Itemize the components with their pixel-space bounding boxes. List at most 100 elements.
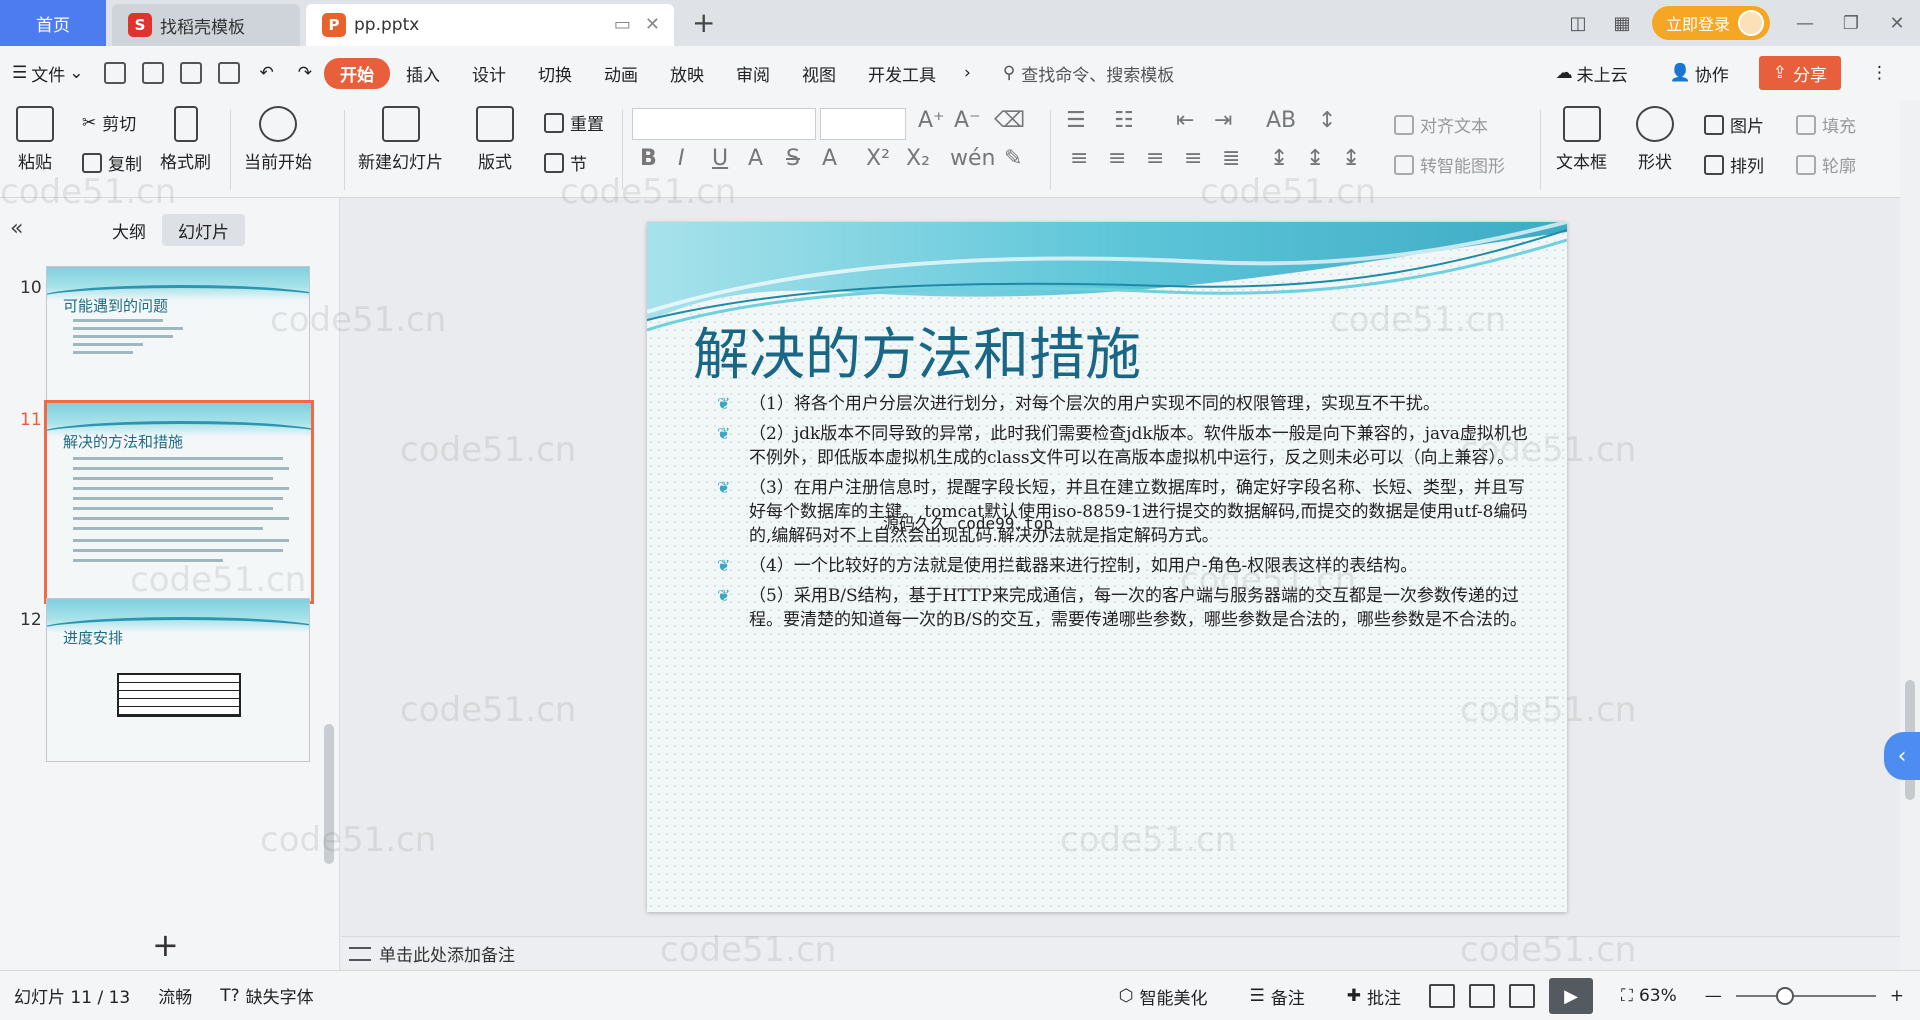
beautify-button[interactable]: ⬡ 智能美化 — [1105, 984, 1222, 1009]
slide-thumbnail-selected[interactable]: 解决的方法和措施 — [44, 400, 314, 604]
highlight-icon[interactable]: ✎ — [1004, 146, 1022, 171]
zoom-out-icon[interactable]: — — [1705, 986, 1722, 1006]
zoom-slider[interactable] — [1735, 987, 1876, 1005]
tab-review[interactable]: 审阅 — [720, 61, 786, 86]
tab-docer-templates[interactable]: S 找稻壳模板 — [112, 4, 300, 46]
reading-view-icon[interactable] — [1509, 984, 1536, 1008]
reset-button[interactable]: 重置 — [544, 110, 604, 135]
tab-view[interactable]: 视图 — [786, 61, 852, 86]
monitor-icon[interactable]: ▭ — [614, 14, 631, 35]
cloud-status[interactable]: ☁ 未上云 — [1544, 61, 1640, 86]
file-menu[interactable]: ☰ 文件 ⌄ — [0, 61, 96, 86]
bold-icon[interactable]: B — [640, 146, 657, 171]
normal-view-icon[interactable] — [1429, 984, 1456, 1008]
new-tab-button[interactable]: + — [692, 6, 715, 39]
play-from-current-button[interactable]: 当前开始 — [244, 106, 312, 173]
undo-icon[interactable]: ↶ — [248, 63, 286, 83]
save-icon[interactable] — [103, 62, 126, 84]
numbered-list-icon[interactable]: ☷ — [1114, 108, 1134, 133]
new-slide-button[interactable]: 新建幻灯片 — [358, 106, 443, 173]
command-search[interactable]: ⚲ 查找命令、搜索模板 — [1003, 61, 1174, 86]
line-spacing-icon[interactable]: ↨ — [1270, 146, 1288, 171]
pinyin-icon[interactable]: wén — [950, 146, 995, 171]
copy-button[interactable]: 复制 — [82, 150, 142, 175]
side-panel-toggle[interactable]: ‹ — [1884, 732, 1920, 780]
text-direction-icon[interactable]: AB — [1266, 108, 1296, 133]
font-color-icon[interactable]: A — [822, 146, 837, 171]
grow-font-icon[interactable]: A⁺ — [918, 108, 945, 133]
comment-button[interactable]: ✚ 批注 — [1333, 984, 1415, 1009]
font-family-select[interactable] — [632, 108, 816, 140]
align-right-icon[interactable]: ≡ — [1146, 146, 1164, 171]
format-painter-button[interactable]: 格式刷 — [160, 106, 211, 173]
bullet-list-icon[interactable]: ☰ — [1066, 108, 1086, 133]
tab-animation[interactable]: 动画 — [588, 61, 654, 86]
tab-design[interactable]: 设计 — [456, 61, 522, 86]
underline-icon[interactable]: U — [712, 146, 728, 171]
superscript-icon[interactable]: X² — [866, 146, 890, 171]
font-size-select[interactable] — [820, 108, 906, 140]
paragraph-spacing-icon[interactable]: ↨ — [1306, 146, 1324, 171]
italic-icon[interactable]: I — [678, 146, 685, 171]
cut-button[interactable]: ✂ 剪切 — [82, 110, 136, 136]
tab-document[interactable]: P pp.pptx ▭ ✕ — [306, 4, 674, 46]
sorter-view-icon[interactable] — [1469, 984, 1496, 1008]
decrease-indent-icon[interactable]: ⇤ — [1176, 108, 1194, 133]
restore-button[interactable]: ❐ — [1828, 13, 1874, 34]
home-tab[interactable]: 首页 — [0, 0, 106, 46]
zoom-slider-knob[interactable] — [1775, 987, 1794, 1005]
missing-font-button[interactable]: T? 缺失字体 — [206, 983, 327, 1009]
tab-home[interactable]: 开始 — [324, 57, 390, 89]
login-button[interactable]: 立即登录 — [1651, 6, 1770, 40]
add-slide-button[interactable]: + — [152, 926, 179, 964]
slide-thumbnail[interactable]: 进度安排 — [46, 598, 310, 762]
sort-icon[interactable]: ↕ — [1318, 108, 1336, 133]
tab-outline[interactable]: 大纲 — [96, 214, 162, 246]
tab-slideshow[interactable]: 放映 — [654, 61, 720, 86]
shrink-font-icon[interactable]: A⁻ — [954, 108, 981, 133]
align-text-button[interactable]: 对齐文本 — [1394, 112, 1488, 137]
close-tab-icon[interactable]: ✕ — [645, 14, 660, 35]
clear-format-icon[interactable]: ⌫ — [994, 108, 1025, 133]
collab-button[interactable]: 👤 协作 — [1658, 61, 1741, 86]
apps-grid-icon[interactable]: ▦ — [1608, 9, 1636, 37]
zoom-in-icon[interactable]: + — [1890, 986, 1904, 1006]
subscript-icon[interactable]: X₂ — [906, 146, 930, 171]
shape-button[interactable]: 形状 — [1636, 106, 1674, 173]
textbox-button[interactable]: 文本框 — [1556, 106, 1607, 173]
column-spacing-icon[interactable]: ↨ — [1342, 146, 1360, 171]
distribute-icon[interactable]: ≣ — [1222, 146, 1240, 171]
arrange-button[interactable]: 排列 — [1704, 152, 1764, 177]
minimize-button[interactable]: — — [1782, 13, 1828, 34]
print-preview-icon[interactable] — [217, 62, 240, 84]
tab-insert[interactable]: 插入 — [390, 61, 456, 86]
more-options-icon[interactable]: ⋮ — [1859, 63, 1900, 83]
smartart-button[interactable]: 转智能图形 — [1394, 152, 1505, 177]
layout-button[interactable]: 版式 — [476, 106, 514, 173]
notes-pane[interactable]: 单击此处添加备注 — [341, 936, 1901, 970]
more-tabs-icon[interactable]: › — [952, 63, 983, 83]
play-slideshow-button[interactable]: ▶ — [1549, 978, 1594, 1014]
slide-canvas[interactable]: 解决的方法和措施 ❦ （1）将各个用户分层次进行划分，对每个层次的用户实现不同的… — [647, 222, 1567, 912]
collapse-panel-icon[interactable]: « — [10, 216, 23, 241]
print-icon[interactable] — [179, 62, 202, 84]
slide-title[interactable]: 解决的方法和措施 — [693, 310, 1141, 391]
share-button[interactable]: ⇪ 分享 — [1758, 56, 1841, 90]
notes-toggle-button[interactable]: ☰ 备注 — [1236, 984, 1319, 1009]
align-center-icon[interactable]: ≡ — [1108, 146, 1126, 171]
paste-button[interactable]: 粘贴 — [16, 106, 54, 173]
shadow-icon[interactable]: A — [748, 146, 763, 171]
export-pdf-icon[interactable] — [141, 62, 164, 84]
justify-icon[interactable]: ≡ — [1184, 146, 1202, 171]
strikethrough-icon[interactable]: S — [786, 146, 800, 171]
layout-icon[interactable]: ◫ — [1564, 9, 1592, 37]
smooth-mode[interactable]: 流畅 — [144, 983, 206, 1008]
redo-icon[interactable]: ↷ — [286, 63, 324, 83]
section-button[interactable]: 节 — [544, 150, 587, 175]
increase-indent-icon[interactable]: ⇥ — [1214, 108, 1232, 133]
outline-button[interactable]: 轮廓 — [1796, 152, 1856, 177]
tab-developer[interactable]: 开发工具 — [852, 61, 952, 86]
panel-scrollbar[interactable] — [324, 724, 334, 864]
align-left-icon[interactable]: ≡ — [1070, 146, 1088, 171]
close-window-button[interactable]: ✕ — [1874, 13, 1920, 34]
